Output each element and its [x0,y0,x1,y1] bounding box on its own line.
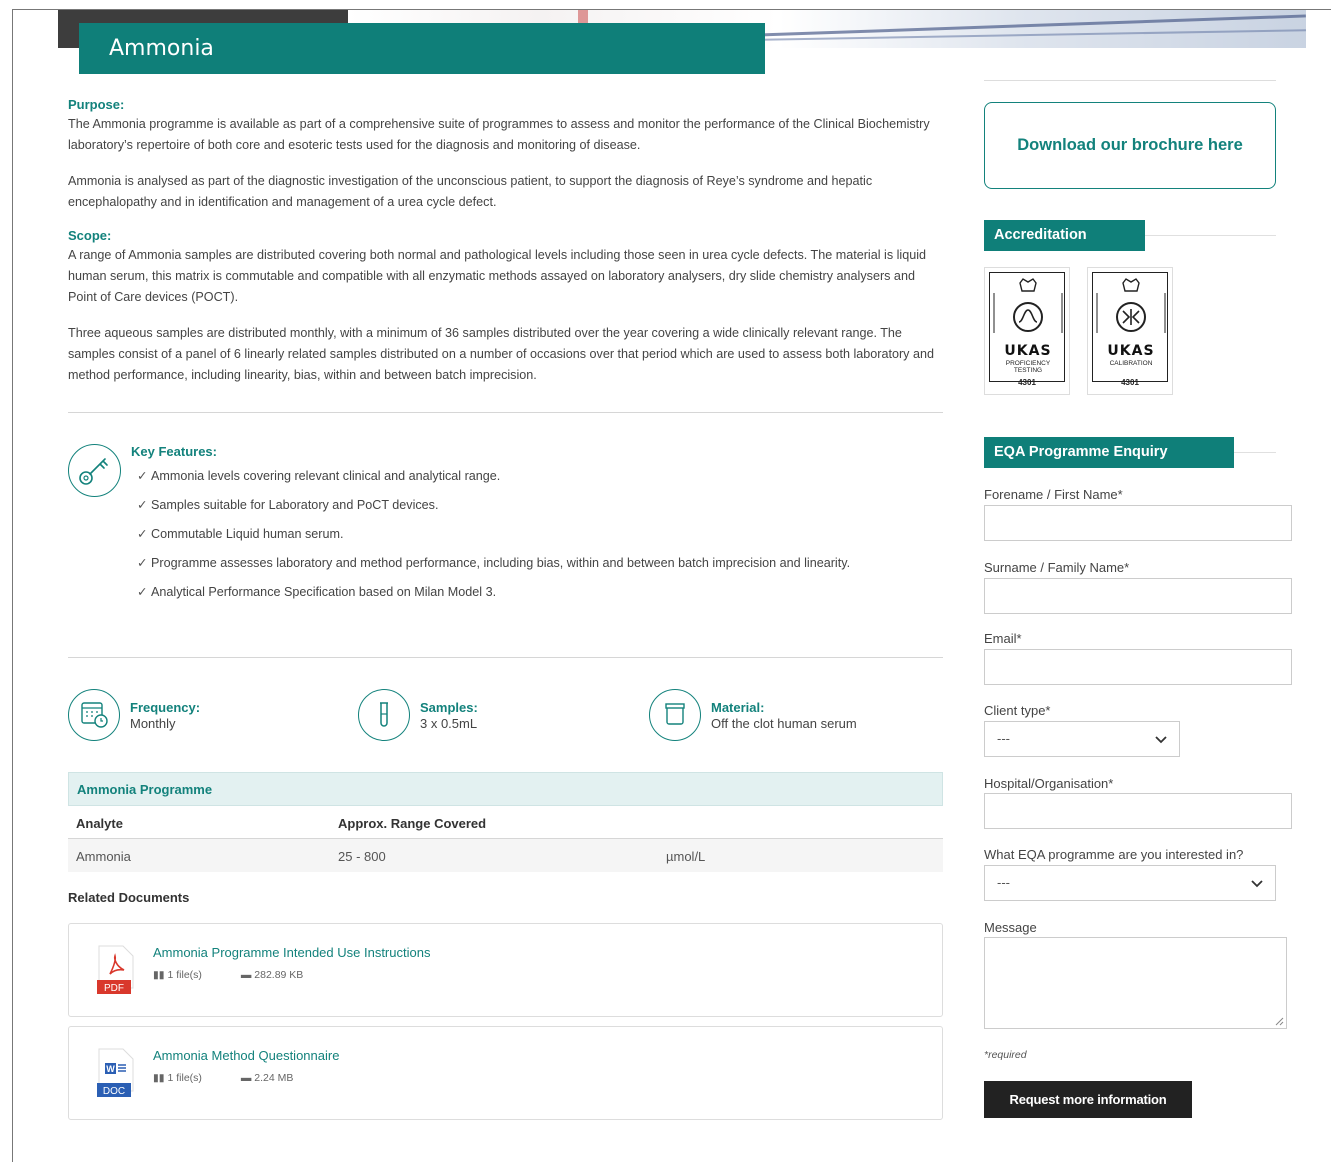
table-row: Ammonia 25 - 800 µmol/L [68,839,943,872]
check-icon: ✓ [137,469,148,483]
programme-table: Ammonia Programme Analyte Approx. Range … [68,772,943,872]
client-type-select[interactable]: --- [984,721,1180,757]
feature-item: ✓ Samples suitable for Laboratory and PoC… [137,498,439,512]
table-header-row: Analyte Approx. Range Covered [68,806,943,839]
email-label: Email* [984,631,1022,646]
divider [1145,235,1276,236]
range-cell: 25 - 800 [338,849,386,864]
key-features-heading: Key Features: [131,444,217,459]
forename-label: Forename / First Name* [984,487,1123,502]
divider [1234,452,1276,453]
calendar-clock-icon [68,689,120,741]
surname-input[interactable] [984,578,1292,614]
container-icon [649,689,701,741]
unit-cell: µmol/L [666,849,706,864]
divider [68,412,943,413]
enquiry-heading: EQA Programme Enquiry [984,437,1234,468]
samples-label: Samples: [420,700,478,715]
pdf-icon: PDF [97,944,135,996]
programme-stats: Frequency: Monthly Samples: 3 x 0.5mL Ma… [68,689,943,743]
related-documents-heading: Related Documents [68,890,190,905]
word-doc-icon: W DOC [97,1047,135,1099]
description-section: Purpose: The Ammonia programme is availa… [68,96,943,386]
document-meta: ▮▮ 1 file(s) ▬ 282.89 KB [153,969,339,981]
message-label: Message [984,920,1037,935]
programme-select[interactable]: --- [984,865,1276,901]
document-meta: ▮▮ 1 file(s) ▬ 2.24 MB [153,1072,329,1084]
programme-label: What EQA programme are you interested in… [984,847,1244,862]
test-tube-icon [358,689,410,741]
message-textarea[interactable] [984,937,1287,1029]
resize-handle-icon[interactable] [1274,1016,1284,1026]
client-type-label: Client type* [984,703,1051,718]
column-header: Approx. Range Covered [338,816,487,831]
svg-text:PDF: PDF [104,983,124,994]
surname-label: Surname / Family Name* [984,560,1130,575]
document-card[interactable]: PDF Ammonia Programme Intended Use Instr… [68,923,943,1017]
scope-paragraph-1: A range of Ammonia samples are distribut… [68,248,927,304]
document-card[interactable]: W DOC Ammonia Method Questionnaire ▮▮ 1 … [68,1026,943,1120]
samples-value: 3 x 0.5mL [420,716,478,731]
frequency-value: Monthly [130,716,176,731]
check-icon: ✓ [137,556,148,570]
accreditation-heading: Accreditation [984,220,1145,251]
analyte-cell: Ammonia [76,849,131,864]
files-count: ▮▮ 1 file(s) [153,1072,202,1084]
feature-item: ✓ Ammonia levels covering relevant clinic… [137,469,501,483]
feature-item: ✓ Commutable Liquid human serum. [137,527,344,541]
download-brochure-button[interactable]: Download our brochure here [984,102,1276,189]
hospital-label: Hospital/Organisation* [984,776,1114,791]
ukas-proficiency-badge: UKAS PROFICIENCY TESTING 4301 [984,267,1070,395]
purpose-heading: Purpose: [68,97,125,112]
file-size: ▬ 2.24 MB [240,1072,294,1084]
purpose-paragraph-1: The Ammonia programme is available as pa… [68,117,930,152]
chevron-down-icon [1251,880,1263,888]
svg-text:DOC: DOC [103,1086,125,1097]
column-header: Analyte [76,816,123,831]
feature-item: ✓ Analytical Performance Specification ba… [137,585,497,599]
check-icon: ✓ [137,585,148,599]
key-icon [68,444,121,497]
material-label: Material: [711,700,765,715]
document-link[interactable]: Ammonia Programme Intended Use Instructi… [153,945,430,960]
svg-text:W: W [106,1064,115,1074]
hospital-input[interactable] [984,793,1292,829]
check-icon: ✓ [137,527,148,541]
scope-paragraph-2: Three aqueous samples are distributed mo… [68,326,934,382]
material-value: Off the clot human serum [711,716,857,731]
document-link[interactable]: Ammonia Method Questionnaire [153,1048,339,1063]
check-icon: ✓ [137,498,148,512]
scope-heading: Scope: [68,228,112,243]
programme-table-caption: Ammonia Programme [68,772,943,806]
feature-item: ✓ Programme assesses laboratory and metho… [137,556,851,570]
page-title: Ammonia [79,23,765,74]
divider [68,657,943,658]
chevron-down-icon [1155,736,1167,744]
purpose-paragraph-2: Ammonia is analysed as part of the diagn… [68,174,873,209]
file-size: ▬ 282.89 KB [240,969,304,981]
ukas-calibration-badge: UKAS CALIBRATION 4301 [1087,267,1173,395]
frequency-label: Frequency: [130,700,201,715]
divider [984,80,1276,81]
required-note: *required [984,1049,1027,1061]
forename-input[interactable] [984,505,1292,541]
request-info-button[interactable]: Request more information [984,1081,1192,1118]
files-count: ▮▮ 1 file(s) [153,969,202,981]
email-input[interactable] [984,649,1292,685]
